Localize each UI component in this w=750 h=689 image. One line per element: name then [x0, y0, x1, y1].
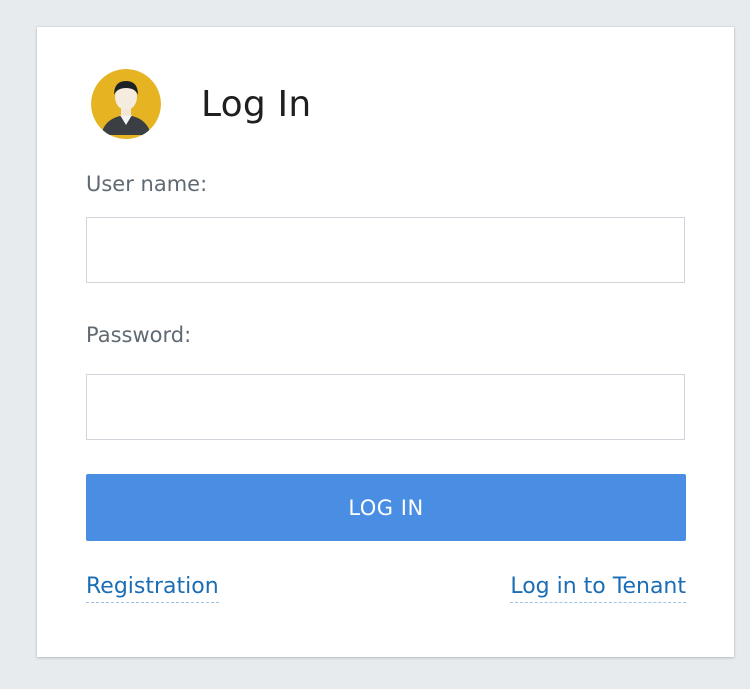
login-header: Log In	[91, 69, 311, 139]
password-label: Password:	[86, 323, 192, 347]
username-input[interactable]	[86, 217, 685, 283]
password-input[interactable]	[86, 374, 685, 440]
registration-link[interactable]: Registration	[86, 574, 219, 604]
page-title: Log In	[201, 83, 312, 125]
login-button[interactable]: LOG IN	[86, 474, 686, 541]
tenant-login-link[interactable]: Log in to Tenant	[510, 574, 686, 604]
user-avatar-icon	[91, 69, 161, 139]
username-label: User name:	[86, 172, 208, 196]
login-card: Log In User name: Password: LOG IN Regis…	[37, 27, 734, 657]
